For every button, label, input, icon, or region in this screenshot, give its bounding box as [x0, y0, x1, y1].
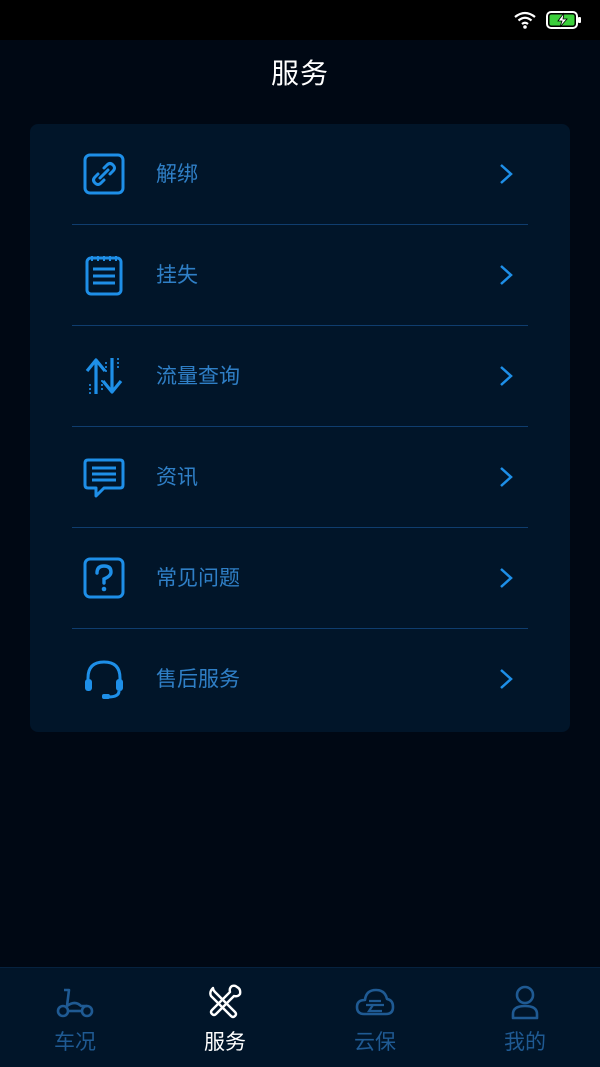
status-bar — [0, 0, 600, 40]
menu-item-faq[interactable]: 常见问题 — [30, 528, 570, 629]
chevron-right-icon — [500, 366, 513, 386]
unlink-icon — [82, 152, 126, 196]
chevron-right-icon — [500, 568, 513, 588]
service-menu-card: 解绑 挂失 流量查询 资讯 常见问题 售后服务 — [30, 124, 570, 732]
tab-label: 车况 — [54, 1030, 96, 1054]
tab-service[interactable]: 服务 — [150, 968, 300, 1067]
question-icon — [82, 556, 126, 600]
chevron-right-icon — [500, 467, 513, 487]
menu-item-label: 挂失 — [156, 263, 198, 287]
menu-item-label: 常见问题 — [156, 566, 240, 590]
cloud-icon — [355, 988, 395, 1016]
data-transfer-icon — [82, 354, 126, 398]
menu-item-unbind[interactable]: 解绑 — [30, 124, 570, 225]
menu-item-label: 流量查询 — [156, 364, 240, 388]
chevron-right-icon — [500, 265, 513, 285]
tab-label: 服务 — [204, 1030, 246, 1054]
tab-label: 我的 — [504, 1030, 546, 1054]
menu-item-label: 资讯 — [156, 465, 198, 489]
bottom-tab-bar: 车况 服务 云保 我的 — [0, 967, 600, 1067]
page-title: 服务 — [270, 57, 329, 90]
menu-item-label: 售后服务 — [156, 667, 240, 691]
battery-charging-icon — [546, 11, 581, 29]
wifi-icon — [514, 11, 536, 29]
chevron-right-icon — [500, 164, 513, 184]
tab-label: 云保 — [354, 1030, 396, 1054]
menu-item-data-usage[interactable]: 流量查询 — [30, 326, 570, 427]
chevron-right-icon — [500, 669, 513, 689]
menu-item-news[interactable]: 资讯 — [30, 427, 570, 528]
tools-icon — [209, 984, 242, 1019]
tab-cloud-protect[interactable]: 云保 — [300, 968, 450, 1067]
user-icon — [511, 985, 539, 1020]
notepad-icon — [82, 253, 126, 297]
menu-item-after-sales[interactable]: 售后服务 — [30, 629, 570, 730]
menu-item-report-loss[interactable]: 挂失 — [30, 225, 570, 326]
message-icon — [82, 455, 126, 499]
scooter-icon — [56, 988, 94, 1018]
tab-me[interactable]: 我的 — [450, 968, 600, 1067]
headset-icon — [82, 657, 126, 701]
menu-item-label: 解绑 — [156, 162, 198, 186]
tab-vehicle-status[interactable]: 车况 — [0, 968, 150, 1067]
